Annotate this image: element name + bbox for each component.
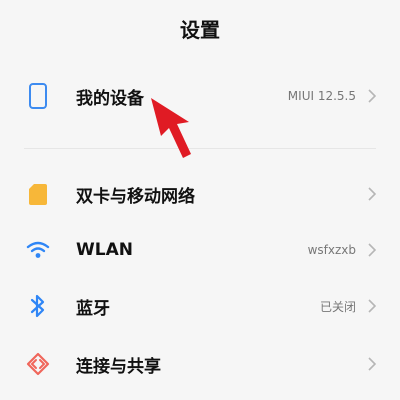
- settings-row-label: 连接与共享: [76, 356, 161, 377]
- settings-row-label: 蓝牙: [76, 298, 110, 319]
- settings-row-label: 我的设备: [76, 88, 144, 109]
- settings-row-label: 双卡与移动网络: [76, 186, 195, 207]
- settings-row-value: wsfxzxb: [307, 243, 356, 257]
- settings-row-value: MIUI 12.5.5: [287, 89, 356, 103]
- red-pointer-arrow-icon: [151, 98, 191, 158]
- settings-row-my-device[interactable]: 我的设备 MIUI 12.5.5: [0, 70, 400, 122]
- wifi-icon: [24, 236, 52, 264]
- settings-row-wlan[interactable]: WLAN wsfxzxb: [0, 224, 400, 276]
- page-title: 设置: [180, 18, 220, 42]
- settings-row-bluetooth[interactable]: 蓝牙 已关闭: [0, 280, 400, 332]
- phone-outline-icon: [24, 82, 52, 110]
- bluetooth-icon: [24, 292, 52, 320]
- settings-row-sim-network[interactable]: 双卡与移动网络: [0, 168, 400, 220]
- settings-row-value: 已关闭: [319, 299, 356, 314]
- chevron-right-icon: [366, 243, 378, 257]
- chevron-right-icon: [366, 89, 378, 103]
- connection-share-icon: [24, 350, 52, 378]
- sim-card-icon: [24, 180, 52, 208]
- settings-row-label: WLAN: [76, 240, 133, 260]
- settings-screen: 设置 我的设备 MIUI 12.5.5 双卡与移动网络 WLAN wsfxzxb…: [0, 0, 400, 400]
- chevron-right-icon: [366, 187, 378, 201]
- chevron-right-icon: [366, 357, 378, 371]
- chevron-right-icon: [366, 299, 378, 313]
- settings-row-connection-sharing[interactable]: 连接与共享: [0, 338, 400, 390]
- section-divider: [24, 148, 376, 149]
